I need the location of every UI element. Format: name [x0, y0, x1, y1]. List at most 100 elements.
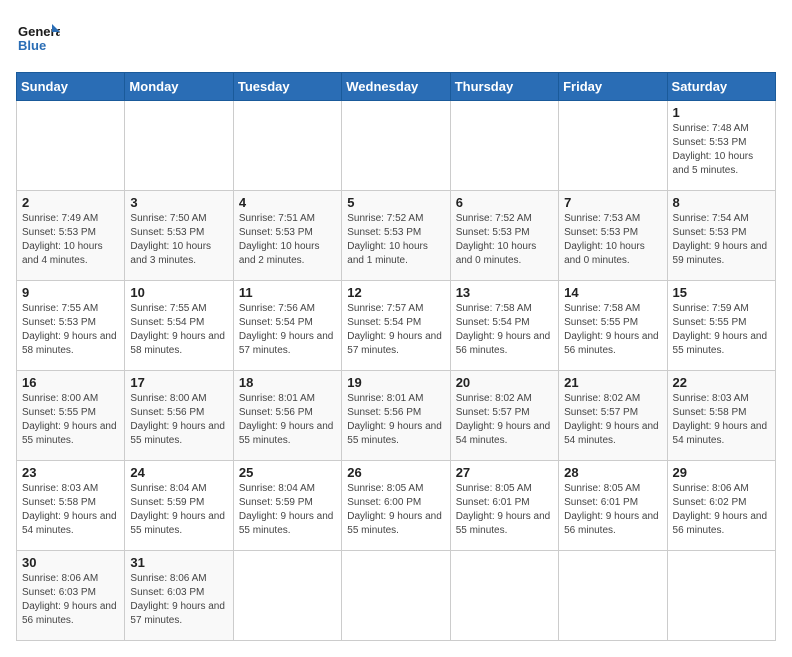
day-number-5: 5 — [347, 195, 444, 210]
day-number-16: 16 — [22, 375, 119, 390]
day-cell-9: 9 Sunrise: 7:55 AMSunset: 5:53 PMDaylight… — [17, 281, 125, 371]
day-cell-25: 25 Sunrise: 8:04 AMSunset: 5:59 PMDayligh… — [233, 461, 341, 551]
empty-cell — [667, 551, 775, 641]
empty-cell — [17, 101, 125, 191]
day-number-15: 15 — [673, 285, 770, 300]
day-info-7: Sunrise: 7:53 AMSunset: 5:53 PMDaylight:… — [564, 212, 661, 268]
day-number-28: 28 — [564, 465, 661, 480]
day-number-27: 27 — [456, 465, 553, 480]
day-number-10: 10 — [130, 285, 227, 300]
day-number-13: 13 — [456, 285, 553, 300]
day-cell-17: 17 Sunrise: 8:00 AMSunset: 5:56 PMDayligh… — [125, 371, 233, 461]
day-info-28: Sunrise: 8:05 AMSunset: 6:01 PMDaylight:… — [564, 482, 661, 538]
day-cell-20: 20Sunrise: 8:02 AMSunset: 5:57 PMDayligh… — [450, 371, 558, 461]
day-info-19: Sunrise: 8:01 AMSunset: 5:56 PMDaylight:… — [347, 392, 444, 448]
day-info-24: Sunrise: 8:04 AMSunset: 5:59 PMDaylight:… — [130, 482, 227, 538]
day-info-22: Sunrise: 8:03 AMSunset: 5:58 PMDaylight:… — [673, 392, 770, 448]
weekday-header-tuesday: Tuesday — [233, 73, 341, 101]
empty-cell — [342, 101, 450, 191]
logo: General Blue — [16, 16, 64, 60]
weekday-header-friday: Friday — [559, 73, 667, 101]
day-cell-23: 23Sunrise: 8:03 AMSunset: 5:58 PMDayligh… — [17, 461, 125, 551]
day-number-29: 29 — [673, 465, 770, 480]
day-number-4: 4 — [239, 195, 336, 210]
day-number-17: 17 — [130, 375, 227, 390]
empty-cell — [342, 551, 450, 641]
day-cell-24: 24 Sunrise: 8:04 AMSunset: 5:59 PMDayligh… — [125, 461, 233, 551]
day-info-30: Sunrise: 8:06 AMSunset: 6:03 PMDaylight:… — [22, 572, 119, 628]
day-cell-21: 21 Sunrise: 8:02 AMSunset: 5:57 PMDayligh… — [559, 371, 667, 461]
day-cell-6: 6 Sunrise: 7:52 AMSunset: 5:53 PMDaylight… — [450, 191, 558, 281]
day-number-19: 19 — [347, 375, 444, 390]
day-cell-8: 8 Sunrise: 7:54 AMSunset: 5:53 PMDaylight… — [667, 191, 775, 281]
day-number-12: 12 — [347, 285, 444, 300]
day-number-8: 8 — [673, 195, 770, 210]
day-info-9: Sunrise: 7:55 AMSunset: 5:53 PMDaylight:… — [22, 302, 119, 358]
day-info-31: Sunrise: 8:06 AMSunset: 6:03 PMDaylight:… — [130, 572, 227, 628]
day-cell-1: 1 Sunrise: 7:48 AMSunset: 5:53 PMDaylight… — [667, 101, 775, 191]
day-number-14: 14 — [564, 285, 661, 300]
day-number-18: 18 — [239, 375, 336, 390]
day-info-10: Sunrise: 7:55 AMSunset: 5:54 PMDaylight:… — [130, 302, 227, 358]
day-cell-30: 30Sunrise: 8:06 AMSunset: 6:03 PMDayligh… — [17, 551, 125, 641]
empty-cell — [233, 101, 341, 191]
day-cell-29: 29 Sunrise: 8:06 AMSunset: 6:02 PMDayligh… — [667, 461, 775, 551]
day-cell-3: 3 Sunrise: 7:50 AMSunset: 5:53 PMDaylight… — [125, 191, 233, 281]
day-number-26: 26 — [347, 465, 444, 480]
day-number-21: 21 — [564, 375, 661, 390]
day-info-11: Sunrise: 7:56 AMSunset: 5:54 PMDaylight:… — [239, 302, 336, 358]
day-cell-7: 7 Sunrise: 7:53 AMSunset: 5:53 PMDaylight… — [559, 191, 667, 281]
day-cell-2: 2Sunrise: 7:49 AMSunset: 5:53 PMDaylight… — [17, 191, 125, 281]
day-number-9: 9 — [22, 285, 119, 300]
day-info-1: Sunrise: 7:48 AMSunset: 5:53 PMDaylight:… — [673, 122, 770, 178]
day-info-17: Sunrise: 8:00 AMSunset: 5:56 PMDaylight:… — [130, 392, 227, 448]
day-cell-15: 15 Sunrise: 7:59 AMSunset: 5:55 PMDayligh… — [667, 281, 775, 371]
day-number-25: 25 — [239, 465, 336, 480]
day-info-29: Sunrise: 8:06 AMSunset: 6:02 PMDaylight:… — [673, 482, 770, 538]
day-cell-22: 22Sunrise: 8:03 AMSunset: 5:58 PMDayligh… — [667, 371, 775, 461]
day-info-5: Sunrise: 7:52 AMSunset: 5:53 PMDaylight:… — [347, 212, 444, 268]
day-number-1: 1 — [673, 105, 770, 120]
day-info-15: Sunrise: 7:59 AMSunset: 5:55 PMDaylight:… — [673, 302, 770, 358]
day-info-8: Sunrise: 7:54 AMSunset: 5:53 PMDaylight:… — [673, 212, 770, 268]
empty-cell — [559, 551, 667, 641]
day-number-11: 11 — [239, 285, 336, 300]
day-cell-19: 19 Sunrise: 8:01 AMSunset: 5:56 PMDayligh… — [342, 371, 450, 461]
day-info-21: Sunrise: 8:02 AMSunset: 5:57 PMDaylight:… — [564, 392, 661, 448]
day-number-24: 24 — [130, 465, 227, 480]
day-info-13: Sunrise: 7:58 AMSunset: 5:54 PMDaylight:… — [456, 302, 553, 358]
day-info-27: Sunrise: 8:05 AMSunset: 6:01 PMDaylight:… — [456, 482, 553, 538]
weekday-header-wednesday: Wednesday — [342, 73, 450, 101]
day-number-7: 7 — [564, 195, 661, 210]
day-cell-13: 13 Sunrise: 7:58 AMSunset: 5:54 PMDayligh… — [450, 281, 558, 371]
day-info-14: Sunrise: 7:58 AMSunset: 5:55 PMDaylight:… — [564, 302, 661, 358]
day-cell-27: 27 Sunrise: 8:05 AMSunset: 6:01 PMDayligh… — [450, 461, 558, 551]
day-info-3: Sunrise: 7:50 AMSunset: 5:53 PMDaylight:… — [130, 212, 227, 268]
day-cell-4: 4Sunrise: 7:51 AMSunset: 5:53 PMDaylight… — [233, 191, 341, 281]
day-number-3: 3 — [130, 195, 227, 210]
day-number-6: 6 — [456, 195, 553, 210]
day-cell-16: 16 Sunrise: 8:00 AMSunset: 5:55 PMDayligh… — [17, 371, 125, 461]
day-cell-12: 12 Sunrise: 7:57 AMSunset: 5:54 PMDayligh… — [342, 281, 450, 371]
day-info-20: Sunrise: 8:02 AMSunset: 5:57 PMDaylight:… — [456, 392, 553, 448]
day-info-18: Sunrise: 8:01 AMSunset: 5:56 PMDaylight:… — [239, 392, 336, 448]
day-info-16: Sunrise: 8:00 AMSunset: 5:55 PMDaylight:… — [22, 392, 119, 448]
empty-cell — [450, 551, 558, 641]
day-cell-31: 31 Sunrise: 8:06 AMSunset: 6:03 PMDayligh… — [125, 551, 233, 641]
day-info-25: Sunrise: 8:04 AMSunset: 5:59 PMDaylight:… — [239, 482, 336, 538]
day-cell-14: 14 Sunrise: 7:58 AMSunset: 5:55 PMDayligh… — [559, 281, 667, 371]
day-number-31: 31 — [130, 555, 227, 570]
day-cell-11: 11 Sunrise: 7:56 AMSunset: 5:54 PMDayligh… — [233, 281, 341, 371]
logo-icon: General Blue — [16, 16, 60, 60]
day-info-26: Sunrise: 8:05 AMSunset: 6:00 PMDaylight:… — [347, 482, 444, 538]
empty-cell — [450, 101, 558, 191]
weekday-header-thursday: Thursday — [450, 73, 558, 101]
day-cell-26: 26 Sunrise: 8:05 AMSunset: 6:00 PMDayligh… — [342, 461, 450, 551]
day-info-6: Sunrise: 7:52 AMSunset: 5:53 PMDaylight:… — [456, 212, 553, 268]
empty-cell — [125, 101, 233, 191]
day-number-2: 2 — [22, 195, 119, 210]
day-cell-28: 28 Sunrise: 8:05 AMSunset: 6:01 PMDayligh… — [559, 461, 667, 551]
empty-cell — [559, 101, 667, 191]
day-info-12: Sunrise: 7:57 AMSunset: 5:54 PMDaylight:… — [347, 302, 444, 358]
day-number-23: 23 — [22, 465, 119, 480]
